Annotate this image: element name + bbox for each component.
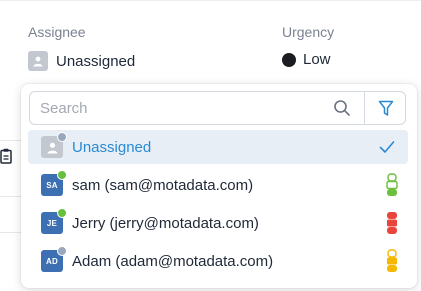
top-divider: [0, 0, 421, 1]
level-low-icon: [386, 173, 398, 196]
status-dot: [57, 132, 67, 142]
avatar: SA: [41, 170, 67, 196]
search-box: [29, 91, 406, 125]
avatar: JE: [41, 208, 67, 234]
urgency-selector[interactable]: Low: [282, 51, 331, 68]
urgency-label: Urgency: [282, 24, 335, 40]
check-icon: [379, 141, 395, 153]
avatar-initials: JE: [46, 218, 58, 228]
list-item-label: Adam (adam@motadata.com): [72, 252, 274, 270]
user-icon: [47, 142, 57, 153]
search-divider: [364, 92, 365, 124]
search-input[interactable]: [40, 92, 330, 124]
search-icon[interactable]: [333, 99, 351, 117]
avatar-initials: SA: [46, 180, 58, 190]
assignee-label: Assignee: [28, 24, 86, 40]
filter-icon[interactable]: [378, 100, 394, 117]
user-icon: [28, 51, 48, 71]
status-dot: [57, 170, 67, 180]
assignee-dropdown: Unassigned SA sam (sam@motadata.com) JE …: [21, 84, 417, 288]
list-item-jerry[interactable]: JE Jerry (jerry@motadata.com): [28, 206, 408, 240]
list-item-sam[interactable]: SA sam (sam@motadata.com): [28, 168, 408, 202]
list-item-unassigned[interactable]: Unassigned: [28, 130, 408, 164]
list-item-label: Jerry (jerry@motadata.com): [72, 214, 259, 232]
status-dot: [57, 246, 67, 256]
level-medium-icon: [387, 249, 397, 272]
list-item-label: Unassigned: [72, 138, 152, 156]
urgency-value: Low: [303, 51, 331, 68]
assignee-selector[interactable]: Unassigned: [28, 51, 135, 71]
status-dot: [57, 208, 67, 218]
list-item-adam[interactable]: AD Adam (adam@motadata.com): [28, 244, 408, 278]
avatar: [41, 132, 67, 158]
list-item-label: sam (sam@motadata.com): [72, 176, 254, 194]
urgency-dot-icon: [282, 52, 296, 67]
clipboard-icon[interactable]: [0, 148, 12, 164]
assignee-value: Unassigned: [56, 52, 136, 70]
level-high-icon: [387, 212, 397, 234]
avatar: AD: [41, 246, 67, 272]
avatar-initials: AD: [46, 256, 58, 266]
